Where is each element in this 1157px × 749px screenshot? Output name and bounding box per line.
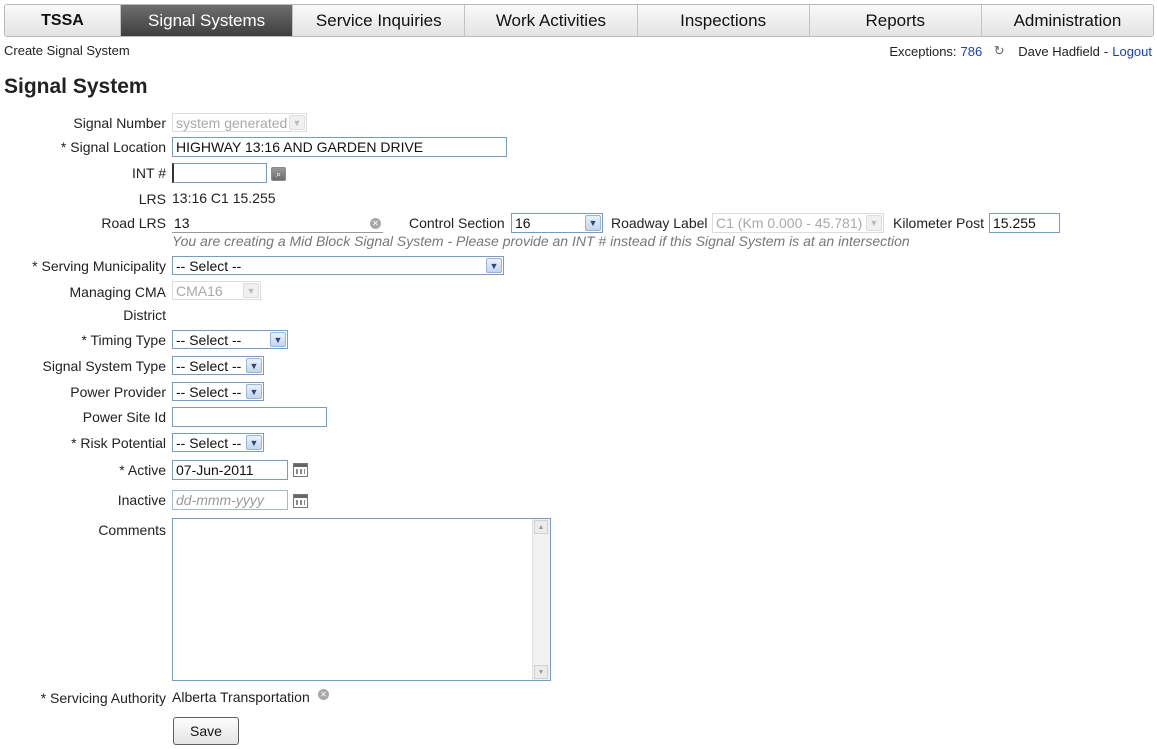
main-nav: TSSA Signal Systems Service Inquiries Wo…	[4, 4, 1154, 37]
mid-block-hint: You are creating a Mid Block Signal Syst…	[172, 233, 910, 249]
comments-scrollbar[interactable]: ▲ ▼	[532, 519, 550, 680]
chevron-down-icon: ▼	[246, 384, 262, 399]
tab-signal-systems[interactable]: Signal Systems	[121, 5, 294, 36]
kilometer-post-value: 15.255	[993, 215, 1036, 231]
exceptions-label: Exceptions:	[889, 43, 957, 59]
int-number-label: INT #	[132, 165, 166, 181]
servicing-authority-value: Alberta Transportation	[172, 689, 310, 705]
timing-type-value: -- Select --	[176, 331, 242, 348]
timing-type-label: * Timing Type	[81, 332, 166, 348]
signal-system-type-value: -- Select --	[176, 357, 242, 374]
tab-administration[interactable]: Administration	[981, 5, 1153, 36]
tab-inspections[interactable]: Inspections	[637, 5, 810, 36]
active-label: * Active	[119, 462, 166, 478]
serving-municipality-value: -- Select --	[176, 257, 242, 274]
inactive-date-input[interactable]: dd-mmm-yyyy	[172, 490, 288, 510]
signal-number-value: system generated	[176, 114, 288, 131]
road-lrs-value: 13	[174, 214, 190, 231]
calendar-icon[interactable]	[293, 463, 308, 477]
signal-number-select: system generated ▼	[172, 113, 307, 132]
brand-tab-tssa[interactable]: TSSA	[5, 5, 121, 36]
lrs-label: LRS	[138, 191, 166, 207]
road-lrs-input[interactable]: 13	[172, 213, 383, 233]
kilometer-post-label: Kilometer Post	[893, 215, 985, 231]
servicing-authority-clear-icon[interactable]: ✕	[318, 689, 329, 700]
chevron-down-icon: ▼	[289, 115, 305, 130]
calendar-icon[interactable]	[293, 494, 308, 508]
roadway-label-select: C1 (Km 0.000 - 45.781) ▼	[712, 213, 884, 233]
chevron-down-icon: ▼	[866, 215, 882, 231]
page-title: Signal System	[4, 75, 148, 98]
exceptions-count-link[interactable]: 786	[961, 44, 983, 59]
user-bar: Exceptions: 786 ↻ Dave Hadfield - Logout	[889, 43, 1152, 59]
timing-type-select[interactable]: -- Select -- ▼	[172, 330, 288, 349]
signal-location-label: * Signal Location	[60, 139, 166, 155]
chevron-down-icon: ▼	[246, 358, 262, 373]
save-button[interactable]: Save	[173, 717, 239, 745]
control-section-select[interactable]: 16 ▼	[511, 213, 603, 233]
lrs-value: 13:16 C1 15.255	[172, 190, 276, 206]
power-provider-label: Power Provider	[70, 384, 166, 400]
comments-label: Comments	[98, 522, 166, 538]
tab-reports[interactable]: Reports	[809, 5, 982, 36]
scroll-up-icon[interactable]: ▲	[534, 520, 548, 534]
signal-system-type-select[interactable]: -- Select -- ▼	[172, 356, 264, 375]
kilometer-post-input[interactable]: 15.255	[989, 213, 1060, 233]
int-number-input[interactable]	[172, 163, 267, 183]
risk-potential-select[interactable]: -- Select -- ▼	[172, 433, 264, 452]
user-separator: -	[1103, 43, 1109, 59]
signal-system-type-label: Signal System Type	[42, 358, 166, 374]
active-date-input[interactable]: 07-Jun-2011	[172, 460, 288, 480]
signal-location-input[interactable]: HIGHWAY 13:16 AND GARDEN DRIVE	[172, 137, 507, 157]
comments-textarea[interactable]: ▲ ▼	[172, 518, 551, 681]
roadway-label-label: Roadway Label	[611, 215, 708, 231]
control-section-label: Control Section	[409, 215, 505, 231]
logout-link[interactable]: Logout	[1112, 44, 1152, 59]
chevron-down-icon: ▼	[270, 332, 286, 347]
tab-work-activities[interactable]: Work Activities	[465, 5, 638, 36]
roadway-label-value: C1 (Km 0.000 - 45.781)	[716, 215, 863, 231]
user-name: Dave Hadfield	[1018, 43, 1100, 59]
risk-potential-label: * Risk Potential	[71, 435, 166, 451]
tab-service-inquiries[interactable]: Service Inquiries	[293, 5, 466, 36]
scroll-down-icon[interactable]: ▼	[534, 665, 548, 679]
serving-municipality-label: * Serving Municipality	[32, 258, 166, 274]
chevron-down-icon: ▼	[243, 283, 259, 298]
active-date-value: 07-Jun-2011	[176, 462, 254, 478]
serving-municipality-select[interactable]: -- Select -- ▼	[172, 256, 504, 275]
control-section-value: 16	[515, 215, 531, 231]
refresh-icon[interactable]: ↻	[992, 43, 1006, 59]
chevron-down-icon: ▼	[486, 258, 502, 273]
power-provider-value: -- Select --	[176, 383, 242, 400]
chevron-down-icon: ▼	[246, 435, 262, 450]
magnifier-icon[interactable]: ⌕	[271, 167, 286, 181]
breadcrumb: Create Signal System	[4, 43, 130, 58]
managing-cma-value: CMA16	[176, 282, 223, 299]
road-lrs-label: Road LRS	[101, 215, 166, 231]
power-site-id-input[interactable]	[172, 407, 327, 427]
managing-cma-select: CMA16 ▼	[172, 281, 261, 300]
chevron-down-icon: ▼	[585, 215, 601, 231]
power-provider-select[interactable]: -- Select -- ▼	[172, 382, 264, 401]
managing-cma-label: Managing CMA	[69, 284, 167, 300]
signal-number-label: Signal Number	[73, 115, 166, 131]
risk-potential-value: -- Select --	[176, 434, 242, 451]
inactive-date-placeholder: dd-mmm-yyyy	[176, 492, 264, 508]
servicing-authority-label: * Servicing Authority	[40, 690, 166, 706]
road-lrs-clear-icon[interactable]: ✕	[370, 218, 381, 229]
power-site-id-label: Power Site Id	[82, 409, 166, 425]
inactive-label: Inactive	[117, 492, 166, 508]
district-label: District	[123, 307, 166, 323]
signal-location-value: HIGHWAY 13:16 AND GARDEN DRIVE	[176, 139, 424, 155]
